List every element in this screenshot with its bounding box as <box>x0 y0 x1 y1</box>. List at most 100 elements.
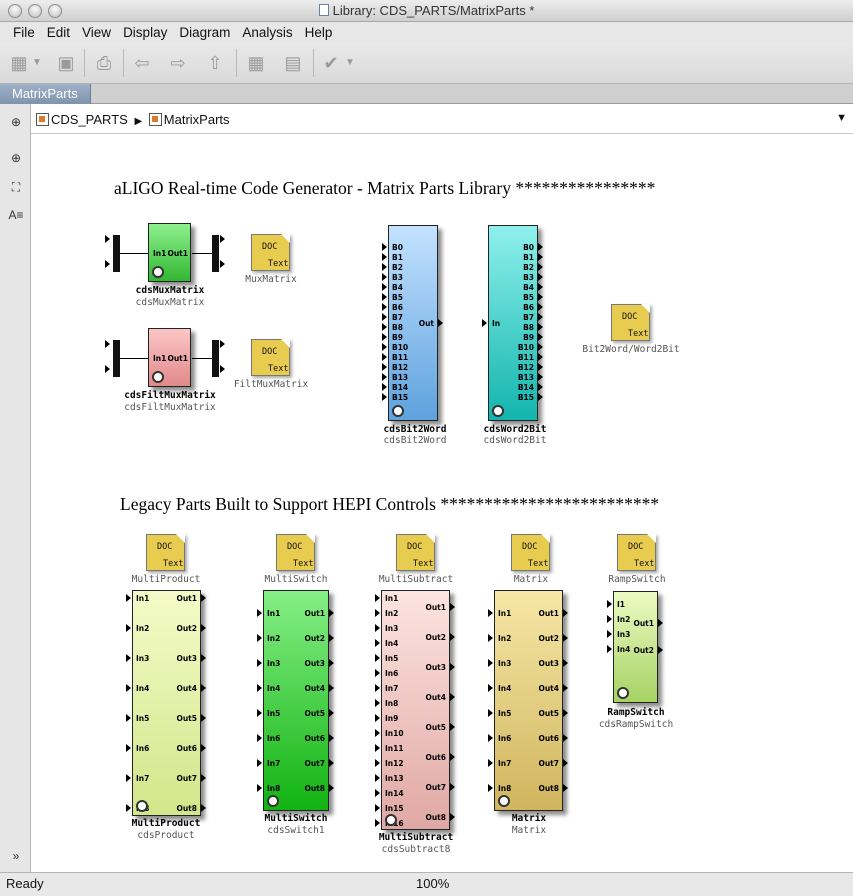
output-port-arrow[interactable] <box>658 619 663 627</box>
zoom-window-button[interactable] <box>48 4 62 18</box>
minimize-window-button[interactable] <box>28 4 42 18</box>
breadcrumb-root[interactable]: CDS_PARTS <box>51 112 128 127</box>
input-port-arrow[interactable] <box>375 774 380 782</box>
output-port-arrow[interactable] <box>563 709 568 717</box>
zoom-in-icon[interactable]: ⊕ <box>8 150 24 166</box>
input-port-arrow[interactable] <box>257 659 262 667</box>
doc-block-multiproduct[interactable]: DOC Text <box>146 534 185 571</box>
output-port-arrow[interactable] <box>201 774 206 782</box>
input-port-arrow[interactable] <box>126 624 131 632</box>
input-port-arrow[interactable] <box>257 609 262 617</box>
input-port-arrow[interactable] <box>257 734 262 742</box>
input-port-arrow[interactable] <box>607 615 612 623</box>
new-dropdown-icon[interactable]: ▼ <box>31 51 43 75</box>
forward-arrow-icon[interactable]: ⇨ <box>167 51 189 75</box>
input-port-arrow[interactable] <box>382 363 387 371</box>
input-port-arrow[interactable] <box>382 263 387 271</box>
output-port-arrow[interactable] <box>450 813 455 821</box>
input-port-arrow[interactable] <box>375 819 380 827</box>
doc-block-filtmuxmatrix[interactable]: DOC Text <box>251 339 290 376</box>
input-port-arrow[interactable] <box>382 383 387 391</box>
output-port-arrow[interactable] <box>563 659 568 667</box>
input-port-arrow[interactable] <box>607 630 612 638</box>
output-port-arrow[interactable] <box>538 353 543 361</box>
output-port-arrow[interactable] <box>329 709 334 717</box>
input-port-arrow[interactable] <box>382 303 387 311</box>
output-port-arrow[interactable] <box>329 759 334 767</box>
input-port-arrow[interactable] <box>375 744 380 752</box>
output-port-arrow[interactable] <box>538 393 543 401</box>
doc-block-bit2word[interactable]: DOC Text <box>611 304 650 341</box>
input-port-arrow[interactable] <box>488 759 493 767</box>
tab-matrixparts[interactable]: MatrixParts <box>0 84 91 104</box>
output-port-arrow[interactable] <box>538 333 543 341</box>
output-port-arrow[interactable] <box>538 373 543 381</box>
input-port-arrow[interactable] <box>126 714 131 722</box>
output-port-arrow[interactable] <box>450 633 455 641</box>
input-port-arrow[interactable] <box>375 789 380 797</box>
input-port-arrow[interactable] <box>375 699 380 707</box>
input-port-arrow[interactable] <box>488 734 493 742</box>
input-port-arrow[interactable] <box>382 343 387 351</box>
output-port-arrow[interactable] <box>538 273 543 281</box>
output-port-arrow[interactable] <box>438 319 443 327</box>
input-port-arrow[interactable] <box>382 313 387 321</box>
input-port-arrow[interactable] <box>375 729 380 737</box>
output-port-arrow[interactable] <box>563 759 568 767</box>
input-port-arrow[interactable] <box>482 319 487 327</box>
block-cdsword2bit[interactable]: In B0 B1 B2 B3 B4 B5 B6 B7 B8 B9 B10 B11 B12 B13 B14 B15 <box>488 225 538 421</box>
input-port-arrow[interactable] <box>126 594 131 602</box>
output-port-arrow[interactable] <box>538 293 543 301</box>
input-port-arrow[interactable] <box>382 253 387 261</box>
input-port-arrow[interactable] <box>607 600 612 608</box>
input-port-arrow[interactable] <box>375 639 380 647</box>
input-port-arrow[interactable] <box>375 714 380 722</box>
save-icon[interactable]: ▣ <box>55 51 77 75</box>
check-icon[interactable]: ✔ <box>320 51 342 75</box>
new-model-icon[interactable]: ▦ <box>8 51 30 75</box>
output-port-arrow[interactable] <box>563 684 568 692</box>
input-port-arrow[interactable] <box>382 323 387 331</box>
output-port-arrow[interactable] <box>538 283 543 291</box>
input-port-arrow[interactable] <box>257 709 262 717</box>
input-port-arrow[interactable] <box>375 654 380 662</box>
menu-file[interactable]: File <box>0 22 41 43</box>
block-matrix[interactable]: In1 In2 In3 In4 In5 In6 In7 In8 Out1 Out2 Out3 Out4… <box>494 590 563 811</box>
output-port-arrow[interactable] <box>329 634 334 642</box>
input-port-arrow[interactable] <box>257 759 262 767</box>
input-port-arrow[interactable] <box>126 684 131 692</box>
menu-view[interactable]: View <box>76 22 117 43</box>
print-icon[interactable]: ⎙ <box>92 51 116 75</box>
input-port-arrow[interactable] <box>382 333 387 341</box>
library-browser-icon[interactable]: ▦ <box>245 51 267 75</box>
doc-block-matrix[interactable]: DOC Text <box>511 534 550 571</box>
doc-block-rampswitch[interactable]: DOC Text <box>617 534 656 571</box>
annotation-icon[interactable]: A≡ <box>8 207 24 223</box>
input-port-arrow[interactable] <box>375 669 380 677</box>
doc-block-multisubtract[interactable]: DOC Text <box>396 534 435 571</box>
input-port-arrow[interactable] <box>382 273 387 281</box>
output-port-arrow[interactable] <box>201 744 206 752</box>
input-port-arrow[interactable] <box>375 594 380 602</box>
output-port-arrow[interactable] <box>329 734 334 742</box>
output-port-arrow[interactable] <box>450 723 455 731</box>
output-port-arrow[interactable] <box>538 303 543 311</box>
input-port-arrow[interactable] <box>382 353 387 361</box>
output-port-arrow[interactable] <box>450 693 455 701</box>
block-cdsfiltmuxmatrix[interactable]: In1 Out1 <box>148 328 191 387</box>
input-port-arrow[interactable] <box>382 293 387 301</box>
input-port-arrow[interactable] <box>488 684 493 692</box>
output-port-arrow[interactable] <box>563 734 568 742</box>
model-explorer-icon[interactable]: ▤ <box>282 51 304 75</box>
menu-diagram[interactable]: Diagram <box>173 22 236 43</box>
block-cdsmuxmatrix[interactable]: In1 Out1 <box>148 223 191 282</box>
output-port-arrow[interactable] <box>538 243 543 251</box>
input-port-arrow[interactable] <box>488 659 493 667</box>
input-port-arrow[interactable] <box>375 804 380 812</box>
input-port-arrow[interactable] <box>382 283 387 291</box>
input-port-arrow[interactable] <box>126 804 131 812</box>
expand-palette-icon[interactable]: » <box>8 848 24 864</box>
input-port-arrow[interactable] <box>257 634 262 642</box>
output-port-arrow[interactable] <box>450 663 455 671</box>
output-port-arrow[interactable] <box>329 609 334 617</box>
